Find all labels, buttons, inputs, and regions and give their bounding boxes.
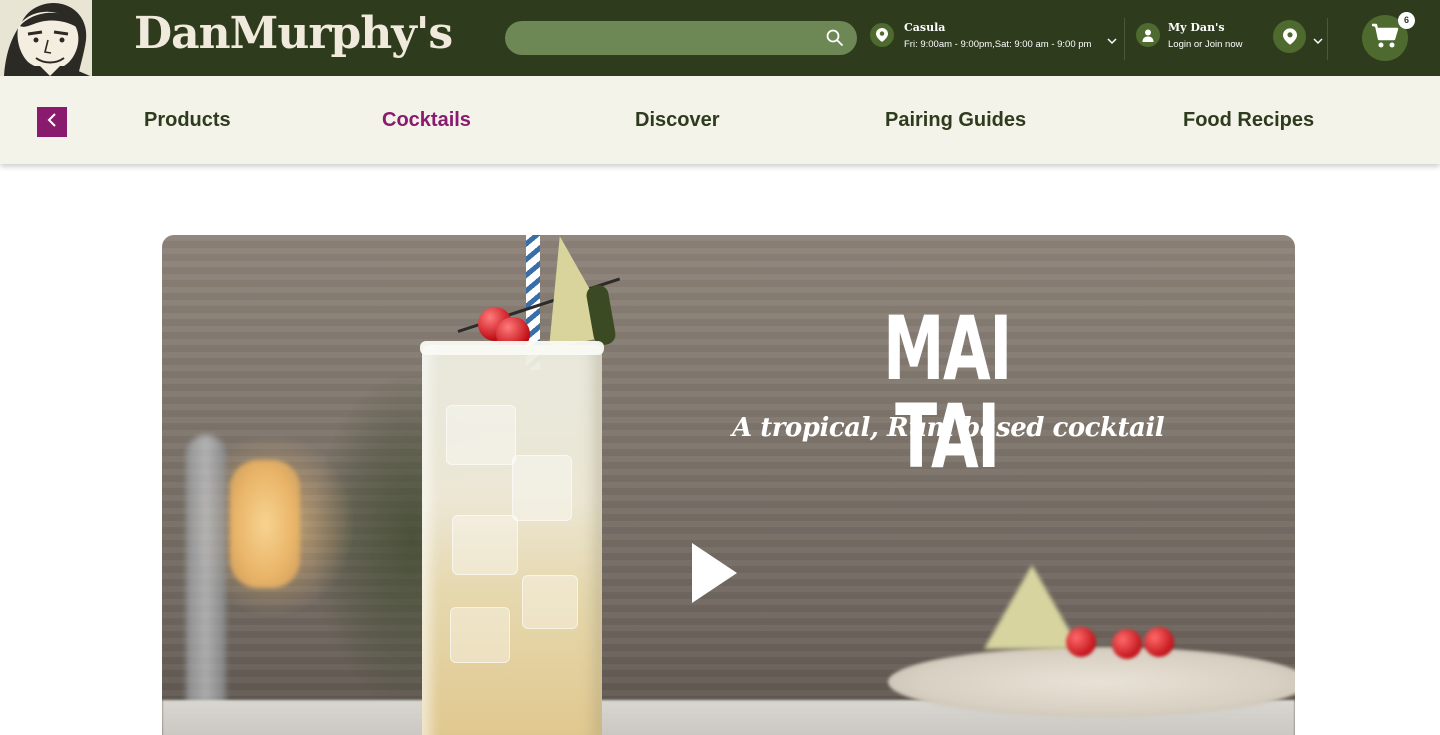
brand-wordmark[interactable]: DanMurphy's <box>134 8 453 59</box>
location-pin-icon <box>1273 20 1306 53</box>
ice-cube <box>450 607 510 663</box>
brand-mascot-logo[interactable] <box>0 0 106 76</box>
hero-title: MAI TAI <box>883 297 1012 488</box>
chevron-left-icon <box>47 112 57 132</box>
background-lamp <box>230 460 300 588</box>
search-bar <box>505 21 857 55</box>
hero-video[interactable]: MAI TAI A tropical, Rum based cocktail <box>162 235 1295 735</box>
person-icon <box>1136 23 1160 47</box>
background-bottle <box>186 435 226 705</box>
play-icon[interactable] <box>692 543 737 603</box>
nav-item-discover[interactable]: Discover <box>635 109 720 132</box>
cherry <box>1066 627 1096 657</box>
account-subtitle: Login or Join now <box>1168 39 1243 50</box>
store-name: Casula <box>904 21 946 34</box>
location-pin-icon <box>870 23 894 47</box>
account-title: My Dan's <box>1168 21 1225 34</box>
hero-subtitle: A tropical, Rum based cocktail <box>732 413 1165 443</box>
cart-icon <box>1371 23 1399 54</box>
nav-item-pairing-guides[interactable]: Pairing Guides <box>885 109 1026 132</box>
cherry <box>1112 629 1142 659</box>
pineapple-wedge <box>984 565 1080 649</box>
cart-count-badge: 6 <box>1398 12 1415 29</box>
chevron-down-icon <box>1107 32 1117 50</box>
cherry <box>1144 627 1174 657</box>
glass-rim <box>420 341 604 355</box>
search-icon[interactable] <box>825 28 845 48</box>
cocktail-glass <box>422 345 602 735</box>
nav-item-cocktails[interactable]: Cocktails <box>382 109 471 132</box>
top-header: DanMurphy's Casula Fri: 9:00am - 9:00pm,… <box>0 0 1440 76</box>
store-selector[interactable]: Casula Fri: 9:00am - 9:00pm,Sat: 9:00 am… <box>870 19 1122 59</box>
category-nav: Products Cocktails Discover Pairing Guid… <box>0 76 1440 164</box>
search-input[interactable] <box>519 21 809 55</box>
ice-cube <box>446 405 516 465</box>
garnish-plate <box>888 647 1295 717</box>
delivery-location-button[interactable] <box>1273 20 1329 54</box>
ice-cube <box>512 455 572 521</box>
store-hours: Fri: 9:00am - 9:00pm,Sat: 9:00 am - 9:00… <box>904 39 1092 50</box>
ice-cube <box>452 515 518 575</box>
account-menu[interactable]: My Dan's Login or Join now <box>1136 19 1256 59</box>
header-divider <box>1124 18 1125 60</box>
nav-item-products[interactable]: Products <box>144 109 231 132</box>
ice-cube <box>522 575 578 629</box>
nav-back-button[interactable] <box>37 107 67 137</box>
chevron-down-icon <box>1313 32 1323 50</box>
nav-item-food-recipes[interactable]: Food Recipes <box>1183 109 1314 132</box>
header-divider <box>1327 18 1328 60</box>
